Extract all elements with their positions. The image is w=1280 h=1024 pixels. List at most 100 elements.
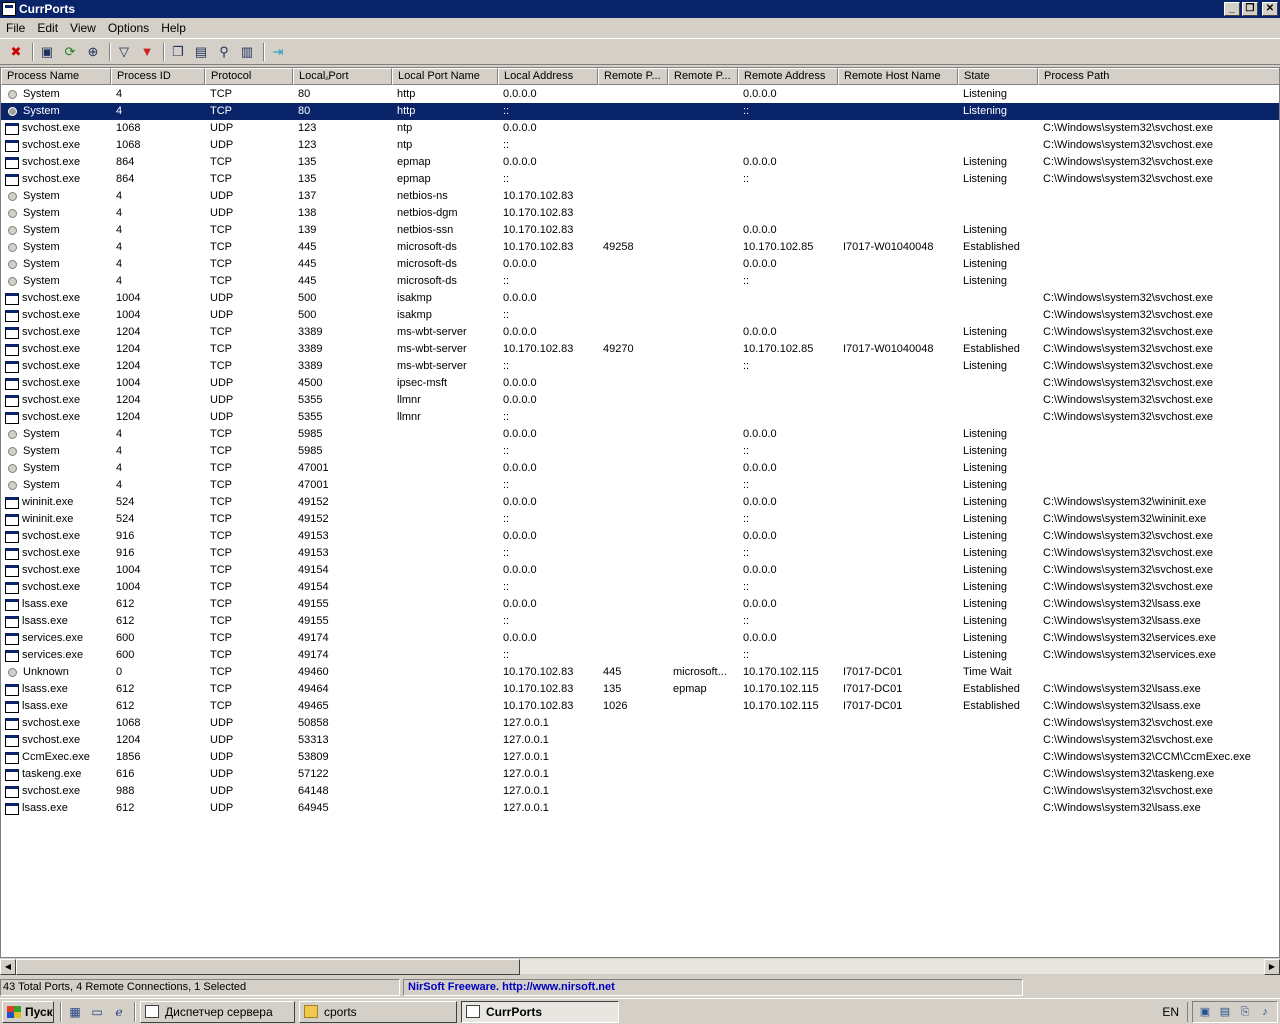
cell-local-address: 127.0.0.1 (503, 802, 549, 814)
table-row[interactable]: svchost.exe 864 TCP 135 epmap:::: Listening C:… (1, 171, 1279, 188)
table-row[interactable]: lsass.exe 612 TCP 49465 10.170.102.83 1026 10.… (1, 698, 1279, 715)
scroll-thumb[interactable] (16, 959, 520, 975)
column-header-process-path[interactable]: Process Path (1038, 68, 1279, 85)
table-row[interactable]: svchost.exe 1004 TCP 49154:::: Listening C:\W… (1, 579, 1279, 596)
table-row[interactable]: System 4 TCP 47001:::: Listening (1, 477, 1279, 494)
exit-icon[interactable]: ⇥ (268, 42, 288, 62)
table-row[interactable]: svchost.exe 1068 UDP 50858 127.0.0.1 C:\Windo… (1, 715, 1279, 732)
properties-target-icon[interactable]: ⊕ (83, 42, 103, 62)
taskbar-button-currports[interactable]: CurrPorts (461, 1000, 619, 1023)
table-row[interactable]: Unknown 0 TCP 49460 10.170.102.83 445 microsof… (1, 664, 1279, 681)
table-row[interactable]: svchost.exe 1068 UDP 123 ntp:: C:\Windows\sys… (1, 137, 1279, 154)
horizontal-scrollbar[interactable]: ◀ ▶ (0, 958, 1280, 975)
table-row[interactable]: svchost.exe 1204 TCP 3389 ms-wbt-server 0.0.0… (1, 324, 1279, 341)
table-row[interactable]: lsass.exe 612 UDP 64945 127.0.0.1 C:\Windows\… (1, 800, 1279, 817)
nirsoft-link[interactable]: NirSoft Freeware. http://www.nirsoft.net (403, 978, 1023, 996)
html-report-icon[interactable]: ▤ (191, 42, 211, 62)
column-header-remote-p[interactable]: Remote P... (668, 68, 738, 85)
column-header-protocol[interactable]: Protocol (205, 68, 293, 85)
filter-icon[interactable]: ▽ (114, 42, 134, 62)
table-row[interactable]: System 4 TCP 445 microsoft-ds 10.170.102.83 49… (1, 239, 1279, 256)
table-row[interactable]: System 4 UDP 138 netbios-dgm 10.170.102.83 (1, 205, 1279, 222)
tray-app2-icon[interactable]: ▤ (1217, 1004, 1233, 1020)
server-manager-quicklaunch-icon[interactable]: ▦ (66, 1003, 84, 1021)
table-row[interactable]: System 4 UDP 137 netbios-ns 10.170.102.83 (1, 188, 1279, 205)
column-header-remote-address[interactable]: Remote Address (738, 68, 838, 85)
filter-red-icon[interactable]: ▼ (137, 42, 157, 62)
menu-file[interactable]: File (0, 21, 31, 35)
table-row[interactable]: wininit.exe 524 TCP 49152:::: Listening C:\Wi… (1, 511, 1279, 528)
column-header-state[interactable]: State (958, 68, 1038, 85)
column-header-local-address[interactable]: Local Address (498, 68, 598, 85)
table-row[interactable]: System 4 TCP 445 microsoft-ds:::: Listening (1, 273, 1279, 290)
start-button[interactable]: Пуск (2, 1000, 54, 1023)
show-desktop-icon[interactable]: ▭ (88, 1003, 106, 1021)
table-row[interactable]: System 4 TCP 80 http:::: Listening (1, 103, 1279, 120)
cell-remote-p (668, 392, 738, 409)
menu-options[interactable]: Options (102, 21, 155, 35)
column-header-local-port[interactable]: Local Port ▲ (293, 68, 392, 85)
table-row[interactable]: wininit.exe 524 TCP 49152 0.0.0.0 0.0.0.0 List… (1, 494, 1279, 511)
cell-process-name: lsass.exe (1, 681, 111, 698)
refresh-icon[interactable]: ⟳ (60, 42, 80, 62)
close-connection-icon[interactable]: ✖ (6, 42, 26, 62)
table-row[interactable]: svchost.exe 864 TCP 135 epmap 0.0.0.0 0.0.0.0 L… (1, 154, 1279, 171)
table-row[interactable]: lsass.exe 612 TCP 49155:::: Listening C:\Wind… (1, 613, 1279, 630)
restore-button[interactable]: ❐ (1242, 2, 1258, 16)
table-row[interactable]: System 4 TCP 139 netbios-ssn 10.170.102.83 0.0… (1, 222, 1279, 239)
table-row[interactable]: services.exe 600 TCP 49174 0.0.0.0 0.0.0.0 Lis… (1, 630, 1279, 647)
column-header-remote-p[interactable]: Remote P... (598, 68, 668, 85)
table-row[interactable]: svchost.exe 916 TCP 49153 0.0.0.0 0.0.0.0 List… (1, 528, 1279, 545)
table-row[interactable]: System 4 TCP 5985 0.0.0.0 0.0.0.0 Listening (1, 426, 1279, 443)
table-row[interactable]: System 4 TCP 47001 0.0.0.0 0.0.0.0 Listening (1, 460, 1279, 477)
currports-app-icon[interactable] (2, 2, 16, 16)
scroll-right-icon[interactable]: ▶ (1264, 959, 1280, 975)
table-row[interactable]: svchost.exe 988 UDP 64148 127.0.0.1 C:\Window… (1, 783, 1279, 800)
table-row[interactable]: svchost.exe 1204 UDP 5355 llmnr:: C:\Windows\… (1, 409, 1279, 426)
table-row[interactable]: System 4 TCP 445 microsoft-ds 0.0.0.0 0.0.0.0 L… (1, 256, 1279, 273)
internet-explorer-icon[interactable]: ℯ (110, 1003, 128, 1021)
table-row[interactable]: svchost.exe 1004 UDP 4500 ipsec-msft 0.0.0.0 C… (1, 375, 1279, 392)
cell-remote-address (738, 732, 838, 749)
table-row[interactable]: services.exe 600 TCP 49174:::: Listening C:\W… (1, 647, 1279, 664)
table-row[interactable]: System 4 TCP 5985:::: Listening (1, 443, 1279, 460)
minimize-button[interactable]: _ (1224, 2, 1240, 16)
save-icon[interactable]: ▣ (37, 42, 57, 62)
table-row[interactable]: svchost.exe 1204 UDP 53313 127.0.0.1 C:\Windo… (1, 732, 1279, 749)
table-row[interactable]: svchost.exe 1204 TCP 3389 ms-wbt-server 10.17… (1, 341, 1279, 358)
ports-list-view[interactable]: Process Name Process ID Protocol Local Port… (0, 67, 1280, 958)
cell-protocol: UDP (210, 207, 234, 219)
table-row[interactable]: svchost.exe 1004 UDP 500 isakmp:: C:\Windows\… (1, 307, 1279, 324)
table-row[interactable]: svchost.exe 1204 TCP 3389 ms-wbt-server:::: L… (1, 358, 1279, 375)
taskbar-button-cports[interactable]: cports (299, 1000, 457, 1023)
taskbar-button-диспетчер-сервера[interactable]: Диспетчер сервера (140, 1000, 295, 1023)
table-row[interactable]: svchost.exe 1004 TCP 49154 0.0.0.0 0.0.0.0 Lis… (1, 562, 1279, 579)
table-row[interactable]: svchost.exe 1204 UDP 5355 llmnr 0.0.0.0 C:\Win… (1, 392, 1279, 409)
close-button[interactable]: ✕ (1262, 2, 1278, 16)
copy-icon[interactable]: ❐ (168, 42, 188, 62)
network-icon[interactable]: ⎘ (1237, 1004, 1253, 1020)
menu-view[interactable]: View (64, 21, 102, 35)
report-icon[interactable]: ▥ (237, 42, 257, 62)
cell-local-port-name: netbios-ssn (397, 224, 454, 236)
tray-app-icon[interactable]: ▣ (1197, 1004, 1213, 1020)
table-row[interactable]: taskeng.exe 616 UDP 57122 127.0.0.1 C:\Window… (1, 766, 1279, 783)
column-header-process-id[interactable]: Process ID (111, 68, 205, 85)
find-icon[interactable]: ⚲ (214, 42, 234, 62)
column-header-local-port-name[interactable]: Local Port Name (392, 68, 498, 85)
table-row[interactable]: svchost.exe 1004 UDP 500 isakmp 0.0.0.0 C:\Win… (1, 290, 1279, 307)
menu-help[interactable]: Help (155, 21, 192, 35)
table-row[interactable]: lsass.exe 612 TCP 49464 10.170.102.83 135 epma… (1, 681, 1279, 698)
language-indicator[interactable]: EN (1154, 1001, 1188, 1022)
table-row[interactable]: lsass.exe 612 TCP 49155 0.0.0.0 0.0.0.0 Listen… (1, 596, 1279, 613)
table-row[interactable]: CcmExec.exe 1856 UDP 53809 127.0.0.1 C:\Windo… (1, 749, 1279, 766)
volume-icon[interactable]: ♪ (1257, 1004, 1273, 1020)
cell-local-port-name (392, 698, 498, 715)
column-header-process-name[interactable]: Process Name (1, 68, 111, 85)
table-row[interactable]: svchost.exe 1068 UDP 123 ntp 0.0.0.0 C:\Window… (1, 120, 1279, 137)
table-row[interactable]: svchost.exe 916 TCP 49153:::: Listening C:\Wi… (1, 545, 1279, 562)
column-header-remote-host-name[interactable]: Remote Host Name (838, 68, 958, 85)
table-row[interactable]: System 4 TCP 80 http 0.0.0.0 0.0.0.0 Listening (1, 86, 1279, 103)
menu-edit[interactable]: Edit (31, 21, 64, 35)
scroll-left-icon[interactable]: ◀ (0, 959, 16, 975)
